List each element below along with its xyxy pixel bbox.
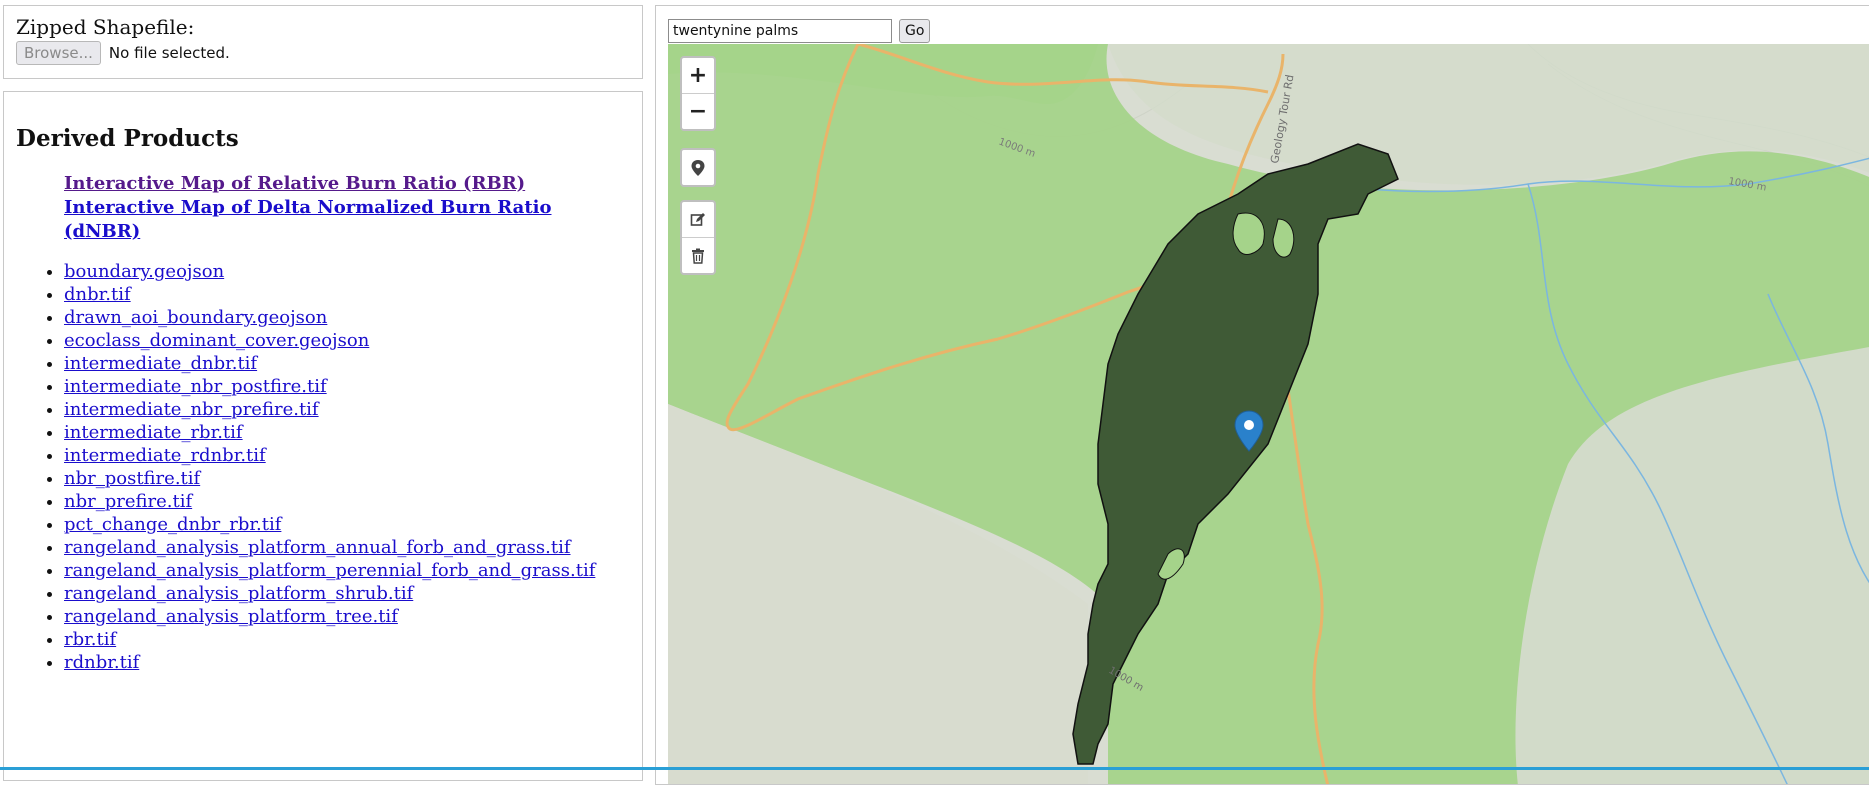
dnbr-map-link[interactable]: Interactive Map of Delta Normalized Burn… [64,196,630,244]
upload-panel: Zipped Shapefile: Browse... No file sele… [3,5,643,79]
zoom-out-button[interactable]: − [682,93,714,129]
list-item: nbr_postfire.tif [64,467,630,490]
list-item: intermediate_rdnbr.tif [64,444,630,467]
bottom-divider [0,767,1869,770]
list-item: intermediate_dnbr.tif [64,352,630,375]
upload-label: Zipped Shapefile: [16,15,195,39]
products-heading: Derived Products [16,125,239,152]
file-link[interactable]: boundary.geojson [64,261,224,282]
file-link[interactable]: drawn_aoi_boundary.geojson [64,307,327,328]
location-search: Go [668,19,931,43]
list-item: nbr_prefire.tif [64,490,630,513]
trash-icon [692,248,704,264]
basemap: Geology Tour Rd 1000 m 1000 m 1000 m [668,44,1869,784]
edit-icon [690,212,705,226]
file-link[interactable]: rangeland_analysis_platform_shrub.tif [64,583,413,604]
file-link[interactable]: rbr.tif [64,629,116,650]
file-link[interactable]: nbr_postfire.tif [64,468,200,489]
file-status: No file selected. [108,44,230,62]
file-link[interactable]: nbr_prefire.tif [64,491,192,512]
list-item: rangeland_analysis_platform_tree.tif [64,605,630,628]
draw-button[interactable] [682,202,714,237]
file-link[interactable]: ecoclass_dominant_cover.geojson [64,330,369,351]
zoom-control: + − [680,56,716,131]
file-link[interactable]: pct_change_dnbr_rbr.tif [64,514,281,535]
list-item: intermediate_nbr_prefire.tif [64,398,630,421]
file-link[interactable]: intermediate_rdnbr.tif [64,445,266,466]
products-panel: Derived Products Interactive Map of Rela… [3,91,643,781]
draw-control [680,200,716,275]
list-item: intermediate_nbr_postfire.tif [64,375,630,398]
file-link[interactable]: dnbr.tif [64,284,131,305]
featured-links: Interactive Map of Relative Burn Ratio (… [64,172,630,244]
file-link[interactable]: intermediate_nbr_prefire.tif [64,399,319,420]
browse-button[interactable]: Browse... [16,41,101,65]
list-item: rdnbr.tif [64,651,630,674]
file-input[interactable]: Browse... No file selected. [16,41,630,65]
list-item: pct_change_dnbr_rbr.tif [64,513,630,536]
list-item: rangeland_analysis_platform_perennial_fo… [64,559,630,582]
locate-button[interactable] [682,150,714,185]
list-item: drawn_aoi_boundary.geojson [64,306,630,329]
map-pin-icon [691,159,705,176]
file-link[interactable]: intermediate_rbr.tif [64,422,243,443]
zoom-in-button[interactable]: + [682,58,714,93]
list-item: boundary.geojson [64,260,630,283]
list-item: rangeland_analysis_platform_annual_forb_… [64,536,630,559]
delete-button[interactable] [682,237,714,273]
file-link[interactable]: rangeland_analysis_platform_perennial_fo… [64,560,595,581]
file-link[interactable]: rdnbr.tif [64,652,139,673]
file-link[interactable]: intermediate_dnbr.tif [64,353,257,374]
map-panel: Go [655,5,1869,785]
file-link[interactable]: rangeland_analysis_platform_tree.tif [64,606,398,627]
list-item: dnbr.tif [64,283,630,306]
list-item: ecoclass_dominant_cover.geojson [64,329,630,352]
file-link[interactable]: intermediate_nbr_postfire.tif [64,376,327,397]
map-view[interactable]: Geology Tour Rd 1000 m 1000 m 1000 m + − [668,44,1869,784]
list-item: intermediate_rbr.tif [64,421,630,444]
file-link[interactable]: rangeland_analysis_platform_annual_forb_… [64,537,571,558]
go-button[interactable]: Go [899,19,931,43]
list-item: rbr.tif [64,628,630,651]
file-list: boundary.geojson dnbr.tif drawn_aoi_boun… [16,260,630,674]
locate-control [680,148,716,187]
location-search-input[interactable] [668,19,892,43]
list-item: rangeland_analysis_platform_shrub.tif [64,582,630,605]
rbr-map-link[interactable]: Interactive Map of Relative Burn Ratio (… [64,172,630,196]
